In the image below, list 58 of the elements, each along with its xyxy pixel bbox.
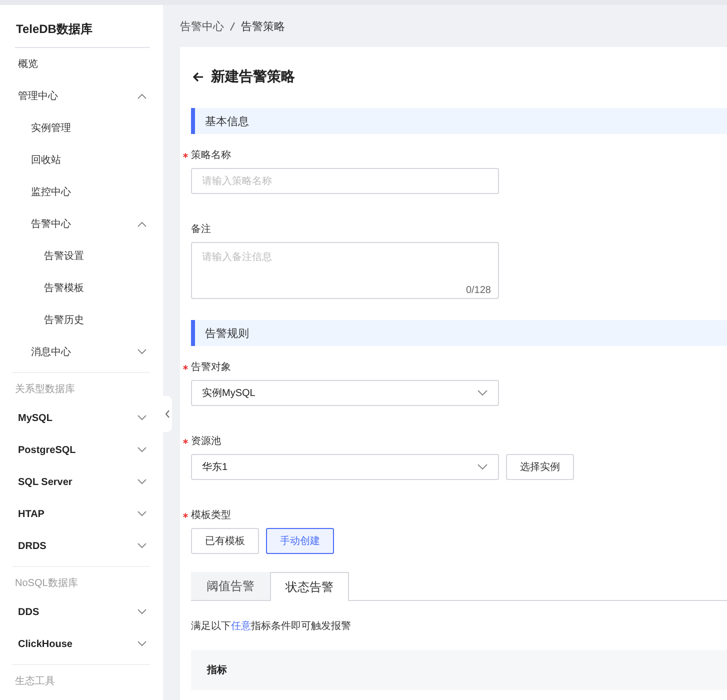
select-instance-button[interactable]: 选择实例 [506, 454, 574, 480]
sidebar-item[interactable]: 告警模板 [3, 272, 150, 304]
sidebar-item[interactable]: 告警历史 [3, 304, 150, 336]
sidebar-item[interactable]: DDS [3, 596, 150, 628]
sidebar-item[interactable]: 告警中心 [3, 208, 150, 240]
chevron-down-icon [137, 349, 147, 355]
sidebar-item[interactable]: 回收站 [3, 144, 150, 176]
select-field[interactable]: 实例MySQL [191, 380, 499, 406]
sidebar-item[interactable]: 告警设置 [3, 240, 150, 272]
breadcrumb-separator-icon [230, 22, 235, 30]
tab[interactable]: 状态告警 [270, 572, 349, 601]
sidebar-item[interactable]: 管理中心 [3, 80, 150, 112]
sidebar-item[interactable]: SQL Server [3, 466, 150, 498]
chevron-down-icon [137, 415, 147, 421]
collapse-handle[interactable] [163, 396, 172, 432]
chevron-down-icon [137, 447, 147, 453]
any-link[interactable]: 任意 [231, 621, 251, 632]
back-arrow-icon[interactable] [193, 72, 204, 82]
sidebar-item[interactable]: DRDS [3, 530, 150, 562]
chevron-up-icon [137, 93, 147, 99]
condition-text: 满足以下任意指标条件即可触发报警 [191, 620, 352, 633]
section-header: 告警规则 [191, 320, 727, 346]
field-label: 告警对象 [191, 360, 231, 374]
sidebar-item[interactable]: MySQL [3, 402, 150, 434]
chevron-down-icon [137, 479, 147, 485]
section-heading: NoSQL数据库 [14, 576, 79, 591]
chevron-down-icon [477, 464, 488, 470]
select-field[interactable]: 华东1 [191, 454, 499, 480]
character-counter: 0/128 [466, 285, 491, 296]
input-field[interactable]: 请输入策略名称 [191, 168, 499, 194]
chevron-up-icon [137, 221, 147, 227]
chevron-down-icon [137, 609, 147, 615]
sidebar-item[interactable]: 实例管理 [3, 112, 150, 144]
sidebar-item[interactable]: 概览 [3, 48, 150, 80]
field-label: 备注 [191, 222, 211, 236]
field-label: 策略名称 [191, 149, 231, 162]
section-heading: 生态工具 [14, 674, 56, 689]
sidebar-item[interactable]: HTAP [3, 498, 150, 530]
option-button[interactable]: 手动创建 [266, 528, 334, 554]
section-heading: 关系型数据库 [14, 382, 76, 397]
column-header: 指标 [207, 664, 227, 677]
breadcrumb-item[interactable]: 告警中心 [180, 18, 224, 34]
field-label: 资源池 [191, 434, 221, 448]
field-label: 模板类型 [191, 508, 231, 522]
chevron-down-icon [137, 543, 147, 549]
sidebar-item[interactable]: 监控中心 [3, 176, 150, 208]
chevron-down-icon [137, 641, 147, 647]
chevron-down-icon [477, 390, 488, 396]
sidebar-item[interactable]: ClickHouse [3, 628, 150, 660]
tab[interactable]: 阈值告警 [191, 572, 270, 600]
section-header: 基本信息 [191, 108, 727, 134]
breadcrumb-item: 告警策略 [241, 20, 285, 34]
option-button[interactable]: 已有模板 [191, 528, 259, 554]
chevron-down-icon [137, 511, 147, 517]
sidebar-item[interactable]: 消息中心 [3, 336, 150, 368]
page-title: 新建告警策略 [211, 68, 295, 86]
sidebar-item[interactable]: PostgreSQL [3, 434, 150, 466]
sidebar-title: TeleDB数据库 [15, 21, 94, 38]
